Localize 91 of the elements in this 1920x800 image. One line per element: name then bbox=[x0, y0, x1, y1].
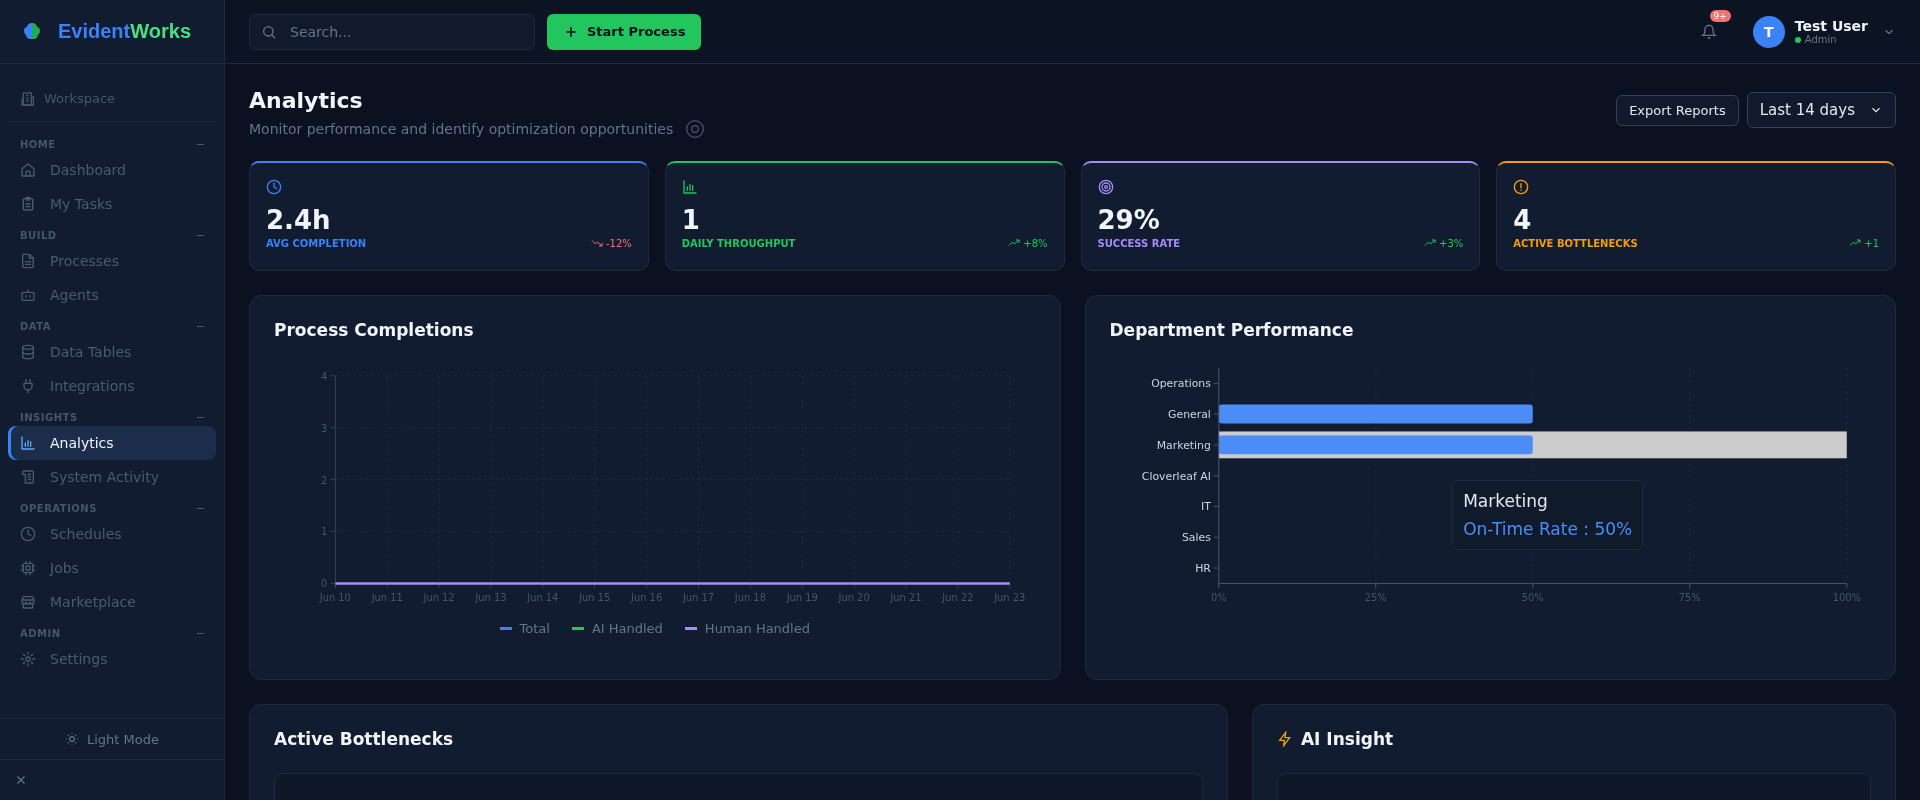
trend-value: +8% bbox=[1023, 237, 1048, 249]
nav-item[interactable]: My Tasks bbox=[8, 187, 216, 221]
scroll-icon bbox=[20, 469, 36, 485]
user-avatar[interactable]: T bbox=[1752, 15, 1785, 48]
axis-tick-label: 25% bbox=[1364, 592, 1387, 604]
search-field[interactable]: Search... bbox=[249, 13, 535, 50]
info-circle-icon[interactable] bbox=[685, 119, 706, 139]
card-title: Active Bottlenecks bbox=[274, 729, 455, 749]
stat-value: 1 bbox=[681, 205, 701, 235]
axis-category-label: IT bbox=[1200, 500, 1211, 514]
alert-icon bbox=[1513, 179, 1530, 195]
axis-tick-label: 3 bbox=[321, 422, 328, 434]
legend-label: Human Handled bbox=[704, 621, 810, 637]
nav-item[interactable]: Schedules bbox=[8, 517, 216, 551]
axis-category-label: HR bbox=[1194, 562, 1211, 575]
clock-icon bbox=[266, 179, 282, 195]
axis-tick-label: 1 bbox=[321, 526, 328, 538]
user-role: Admin bbox=[1804, 34, 1837, 45]
nav-item[interactable]: Analytics bbox=[8, 426, 216, 460]
trend-value: -12% bbox=[605, 237, 632, 249]
robot-icon bbox=[20, 287, 36, 303]
export-reports-button[interactable]: Export Reports bbox=[1616, 94, 1739, 126]
bar[interactable] bbox=[1218, 435, 1533, 455]
trend-value: +3% bbox=[1439, 237, 1464, 249]
axis-category-label: General bbox=[1167, 408, 1211, 421]
date-range-dropdown[interactable]: Last 14 days bbox=[1746, 92, 1896, 128]
notification-count: 9+ bbox=[1709, 9, 1731, 22]
tooltip-title: Marketing bbox=[1463, 491, 1549, 512]
nav-item[interactable]: Agents bbox=[8, 278, 216, 312]
search-icon bbox=[261, 23, 277, 40]
bar-chart-icon bbox=[20, 435, 36, 451]
nav-item[interactable]: Jobs bbox=[8, 551, 216, 585]
axis-tick-label: 2 bbox=[321, 474, 328, 486]
clipboard-icon bbox=[20, 196, 36, 212]
axis-tick-label: 50% bbox=[1521, 592, 1544, 604]
bar[interactable] bbox=[1218, 404, 1533, 424]
building-icon bbox=[20, 90, 36, 107]
stat-label: DAILY THROUGHPUT bbox=[681, 237, 796, 249]
chip-icon bbox=[20, 560, 36, 576]
axis-category-label: Marketing bbox=[1156, 438, 1211, 452]
plug-icon bbox=[20, 378, 36, 394]
stat-label: SUCCESS RATE bbox=[1097, 237, 1181, 249]
axis-tick-label: 4 bbox=[321, 370, 328, 382]
start-process-button[interactable]: Start Process bbox=[547, 13, 702, 50]
legend-label: Total bbox=[519, 621, 550, 637]
card-title: Department Performance bbox=[1109, 320, 1355, 340]
stat-value: 29% bbox=[1097, 205, 1161, 235]
database-icon bbox=[20, 344, 36, 360]
nav-item[interactable]: Marketplace bbox=[8, 585, 216, 619]
brand-name[interactable]: EvidentWorks bbox=[58, 20, 191, 43]
target-icon bbox=[1097, 179, 1114, 195]
trend-value: +1 bbox=[1864, 237, 1879, 249]
bar-chart-icon bbox=[681, 179, 698, 195]
document-icon bbox=[20, 253, 36, 269]
user-name: Test User bbox=[1794, 18, 1868, 34]
section-label: HOME bbox=[20, 139, 56, 150]
stat-value: 2.4h bbox=[266, 205, 332, 235]
card-title: Process Completions bbox=[274, 320, 475, 340]
axis-tick-label: 100% bbox=[1832, 592, 1861, 604]
light-mode-button[interactable]: Light Mode bbox=[59, 730, 165, 748]
section-label: BUILD bbox=[20, 230, 57, 241]
nav-item[interactable]: Integrations bbox=[8, 369, 216, 403]
section-label: DATA bbox=[20, 321, 52, 332]
card-title: AI Insight bbox=[1300, 729, 1394, 749]
axis-tick-label: 75% bbox=[1678, 592, 1701, 604]
store-icon bbox=[20, 594, 36, 610]
clock-icon bbox=[20, 526, 36, 542]
workspace-item[interactable]: Workspace bbox=[8, 76, 216, 122]
section-label: INSIGHTS bbox=[20, 412, 78, 423]
section-label: ADMIN bbox=[20, 628, 61, 639]
nav-item[interactable]: Dashboard bbox=[8, 153, 216, 187]
stat-label: ACTIVE BOTTLENECKS bbox=[1513, 237, 1638, 249]
sun-icon bbox=[65, 732, 79, 746]
page-subtitle: Monitor performance and identify optimization opportunities bbox=[249, 121, 674, 137]
lightning-icon bbox=[1276, 731, 1293, 747]
legend-label: AI Handled bbox=[591, 621, 663, 637]
section-label: OPERATIONS bbox=[20, 503, 97, 514]
house-icon bbox=[20, 162, 36, 178]
page-title: Analytics bbox=[249, 88, 364, 113]
stat-label: AVG COMPLETION bbox=[266, 237, 367, 249]
axis-category-label: Operations bbox=[1150, 377, 1211, 391]
axis-category-label: Sales bbox=[1181, 531, 1211, 545]
nav-item[interactable]: System Activity bbox=[8, 460, 216, 494]
nav-item[interactable]: Settings bbox=[8, 642, 216, 676]
settings-icon bbox=[20, 651, 36, 667]
bell-icon bbox=[1700, 23, 1717, 40]
nav-item[interactable]: Data Tables bbox=[8, 335, 216, 369]
nav-item[interactable]: Processes bbox=[8, 244, 216, 278]
stat-value: 4 bbox=[1513, 205, 1533, 235]
tooltip-value: On-Time Rate : 50% bbox=[1463, 519, 1633, 540]
axis-category-label: Cloverleaf AI bbox=[1141, 469, 1211, 483]
